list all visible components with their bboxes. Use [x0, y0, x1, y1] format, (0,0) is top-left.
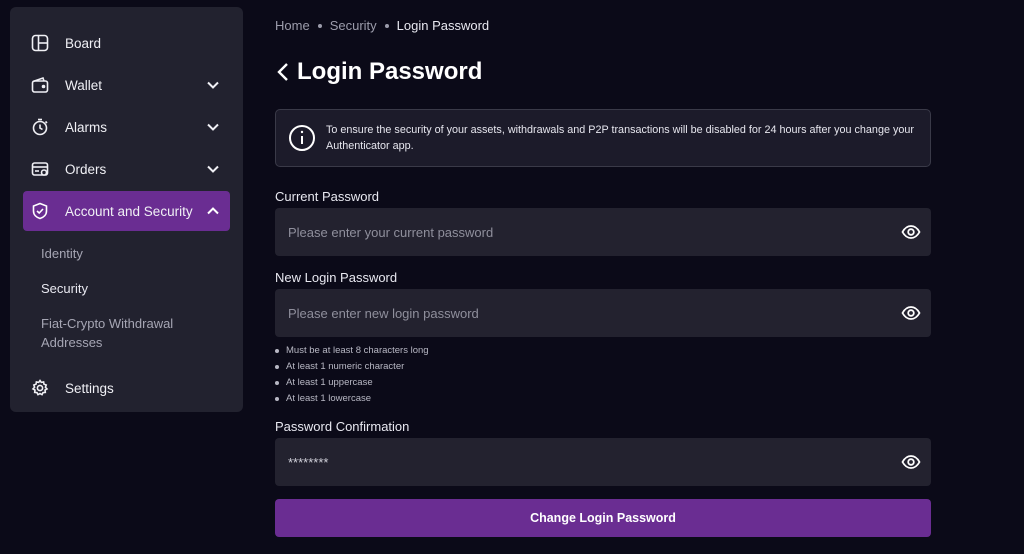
chevron-up-icon [207, 207, 219, 215]
bullet [275, 397, 279, 401]
change-login-password-button[interactable]: Change Login Password [275, 499, 931, 537]
sidebar-item-settings[interactable]: Settings [23, 368, 230, 408]
notice-text: To ensure the security of your assets, w… [326, 124, 914, 152]
eye-icon[interactable] [901, 453, 921, 471]
current-password-label: Current Password [275, 189, 380, 204]
chevron-down-icon [207, 165, 219, 173]
sidebar-subitem-withdrawal-addresses[interactable]: Fiat-Crypto Withdrawal Addresses [41, 314, 191, 352]
new-password-field-wrapper [275, 289, 931, 337]
sidebar-subitem-identity[interactable]: Identity [41, 244, 243, 263]
sidebar-item-label: Board [65, 35, 102, 51]
password-rule: Must be at least 8 characters long [275, 343, 429, 359]
wallet-icon [31, 76, 49, 94]
password-rule: At least 1 lowercase [275, 391, 429, 407]
breadcrumb-separator [317, 23, 322, 28]
chevron-down-icon [207, 81, 219, 89]
page-title: Login Password [297, 58, 483, 85]
back-chevron-icon[interactable] [275, 61, 291, 83]
eye-icon[interactable] [901, 223, 921, 241]
breadcrumb-security[interactable]: Security [330, 18, 377, 33]
bullet [275, 365, 279, 369]
new-password-input[interactable] [275, 289, 931, 337]
sidebar-item-account-and-security[interactable]: Account and Security [23, 191, 230, 231]
bullet [275, 349, 279, 353]
layout-icon [31, 34, 49, 52]
gear-icon [31, 379, 49, 397]
password-confirmation-label: Password Confirmation [275, 419, 410, 434]
security-notice: To ensure the security of your assets, w… [275, 109, 931, 167]
shield-icon [31, 202, 49, 220]
breadcrumb-separator [384, 23, 389, 28]
current-password-input[interactable] [275, 208, 931, 256]
current-password-field-wrapper [275, 208, 931, 256]
password-confirmation-field-wrapper [275, 438, 931, 486]
new-password-label: New Login Password [275, 270, 398, 285]
password-confirmation-input[interactable] [275, 438, 931, 486]
sidebar-item-label: Account and Security [65, 203, 193, 219]
breadcrumb-current: Login Password [396, 18, 490, 33]
breadcrumb: Home Security Login Password [275, 18, 489, 33]
orders-icon [31, 160, 49, 178]
sidebar-item-orders[interactable]: Orders [23, 149, 230, 189]
sidebar-subitem-security[interactable]: Security [41, 279, 243, 298]
sidebar-item-wallet[interactable]: Wallet [23, 65, 230, 105]
page-header: Login Password [275, 58, 482, 86]
password-rules: Must be at least 8 characters long At le… [275, 343, 429, 407]
sidebar-item-label: Wallet [65, 77, 103, 93]
chevron-down-icon [207, 123, 219, 131]
alarm-clock-icon [31, 118, 49, 136]
sidebar-item-board[interactable]: Board [23, 23, 230, 63]
password-rule: At least 1 uppercase [275, 375, 429, 391]
sidebar-item-label: Settings [65, 380, 114, 396]
sidebar: Board Wallet Alarms Orders Account and S… [10, 7, 243, 412]
password-rule: At least 1 numeric character [275, 359, 429, 375]
bullet [275, 381, 279, 385]
breadcrumb-home[interactable]: Home [275, 18, 310, 33]
sidebar-item-alarms[interactable]: Alarms [23, 107, 230, 147]
info-icon [289, 125, 315, 151]
eye-icon[interactable] [901, 304, 921, 322]
sidebar-item-label: Alarms [65, 119, 108, 135]
sidebar-item-label: Orders [65, 161, 107, 177]
